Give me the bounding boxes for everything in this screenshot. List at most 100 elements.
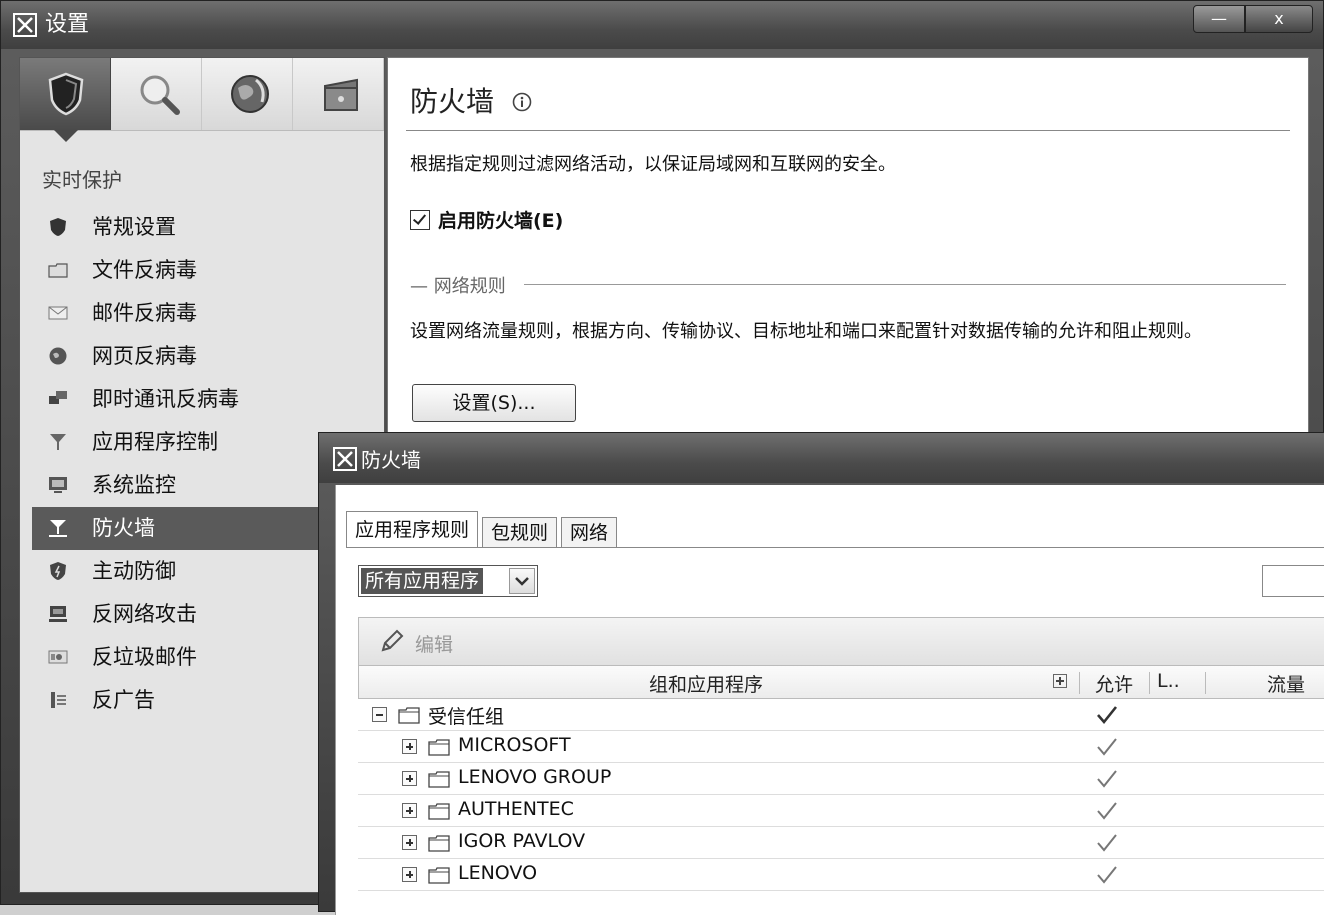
enable-firewall-label: 启用防火墙(E) [438,210,564,232]
anti-banner-icon [51,692,66,708]
tab-strip-divider [346,547,1324,548]
check-icon[interactable] [1096,737,1118,757]
table-row[interactable]: LENOVO [358,859,1324,891]
column-separator [1205,672,1206,694]
sidebar-item-label: 网页反病毒 [92,344,197,368]
dialog-title: 防火墙 [361,448,421,472]
spam-icon [48,650,68,664]
window-title: 设置 [45,12,90,37]
network-attack-icon [49,606,67,622]
column-header-groups-apps[interactable]: 组和应用程序 [649,670,763,697]
expand-icon[interactable] [402,771,417,786]
shield-icon [50,218,66,236]
expand-icon[interactable] [402,803,417,818]
tab-scan[interactable] [111,58,202,130]
proactive-shield-icon [50,562,66,580]
table-row[interactable]: 受信任组 [358,699,1324,731]
folder-icon [428,739,450,756]
pencil-icon[interactable] [379,628,405,654]
application-filter-select[interactable]: 所有应用程序 [358,565,538,597]
expand-icon[interactable] [402,835,417,850]
tab-tools[interactable] [293,58,384,130]
tree-label: MICROSOFT [458,734,571,756]
edit-button[interactable]: 编辑 [415,630,453,657]
firewall-description: 根据指定规则过滤网络活动，以保证局域网和互联网的安全。 [410,154,896,175]
collapse-icon[interactable] [372,707,387,722]
expand-icon[interactable] [402,739,417,754]
expand-all-icon[interactable] [1053,674,1067,688]
filter-selected-value: 所有应用程序 [361,568,484,594]
table-row[interactable]: AUTHENTEC [358,795,1324,827]
column-separator [1149,672,1150,694]
page-title: 防火墙 [410,85,495,118]
sidebar-item-label: 文件反病毒 [92,258,197,282]
table-row[interactable]: IGOR PAVLOV [358,827,1324,859]
table-row[interactable]: LENOVO GROUP [358,763,1324,795]
column-separator [1079,672,1080,694]
check-icon[interactable] [1096,865,1118,885]
info-icon[interactable] [512,92,532,112]
firewall-tabs: 应用程序规则 包规则 网络 [346,511,621,547]
tab-application-rules[interactable]: 应用程序规则 [346,511,479,547]
rules-grid-header: 组和应用程序 允许 L.. 流量 [358,665,1324,699]
chat-icon [49,391,67,404]
sidebar-item-label: 反网络攻击 [92,602,197,626]
tab-networks[interactable]: 网络 [561,517,618,547]
sidebar-item-label: 邮件反病毒 [92,301,197,325]
chevron-down-icon[interactable] [509,568,535,594]
check-icon[interactable] [1096,705,1118,725]
sidebar-item-general-settings[interactable]: 常规设置 [20,206,384,249]
sidebar-item-mail-antivirus[interactable]: 邮件反病毒 [20,292,384,335]
column-header-traffic[interactable]: 流量 [1267,670,1305,697]
sidebar-item-label: 防火墙 [92,516,155,540]
search-input[interactable] [1262,565,1324,597]
folder-icon [428,867,450,884]
firewall-dialog-body: 应用程序规则 包规则 网络 所有应用程序 编辑 组和应用程序 允许 L.. 流量… [335,485,1324,915]
sidebar-item-label: 主动防御 [92,559,176,583]
sidebar-item-file-antivirus[interactable]: 文件反病毒 [20,249,384,292]
sidebar-item-label: 常规设置 [92,215,176,239]
category-tabs [20,58,384,142]
network-rules-settings-button[interactable]: 设置(S)... [412,384,576,422]
shield-icon [48,72,84,116]
check-icon[interactable] [1096,833,1118,853]
firewall-dialog-titlebar[interactable]: 防火墙 [319,433,1324,483]
checkbox-checked-icon[interactable] [410,210,430,230]
funnel-icon [50,434,66,450]
check-icon[interactable] [1096,769,1118,789]
app-logo-icon [333,447,357,471]
globe-icon [49,347,67,365]
column-header-l[interactable]: L.. [1157,670,1180,692]
toolbox-icon [324,78,358,111]
sidebar-item-label: 应用程序控制 [92,430,218,454]
sidebar-item-label: 反广告 [92,688,155,712]
table-row[interactable]: MICROSOFT [358,731,1324,763]
settings-titlebar[interactable]: 设置 — x [1,1,1323,49]
network-rules-description: 设置网络流量规则，根据方向、传输协议、目标地址和端口来配置针对数据传输的允许和阻… [410,321,1202,342]
close-button[interactable]: x [1245,5,1313,33]
sidebar-item-label: 反垃圾邮件 [92,645,197,669]
sidebar-item-web-antivirus[interactable]: 网页反病毒 [20,335,384,378]
tree-label: LENOVO GROUP [458,766,612,788]
check-icon[interactable] [1096,801,1118,821]
app-logo-icon [13,13,37,37]
title-divider [406,130,1290,131]
tab-update[interactable] [202,58,293,130]
tree-label: IGOR PAVLOV [458,830,586,852]
sidebar-item-im-antivirus[interactable]: 即时通讯反病毒 [20,378,384,421]
folder-icon [428,803,450,820]
minimize-button[interactable]: — [1193,5,1245,33]
folder-icon [428,771,450,788]
column-header-allow[interactable]: 允许 [1095,670,1133,697]
expand-icon[interactable] [402,867,417,882]
tree-label: LENOVO [458,862,538,884]
tab-packet-rules[interactable]: 包规则 [482,517,558,547]
monitor-icon [49,477,67,493]
tab-protection[interactable] [20,58,111,142]
sidebar-item-label: 系统监控 [92,473,176,497]
section-title-realtime-protection: 实时保护 [42,168,122,192]
sidebar-item-label: 即时通讯反病毒 [92,387,239,411]
folder-icon [398,707,420,724]
group-divider [524,284,1286,285]
enable-firewall-checkbox[interactable]: 启用防火墙(E) [410,206,563,233]
